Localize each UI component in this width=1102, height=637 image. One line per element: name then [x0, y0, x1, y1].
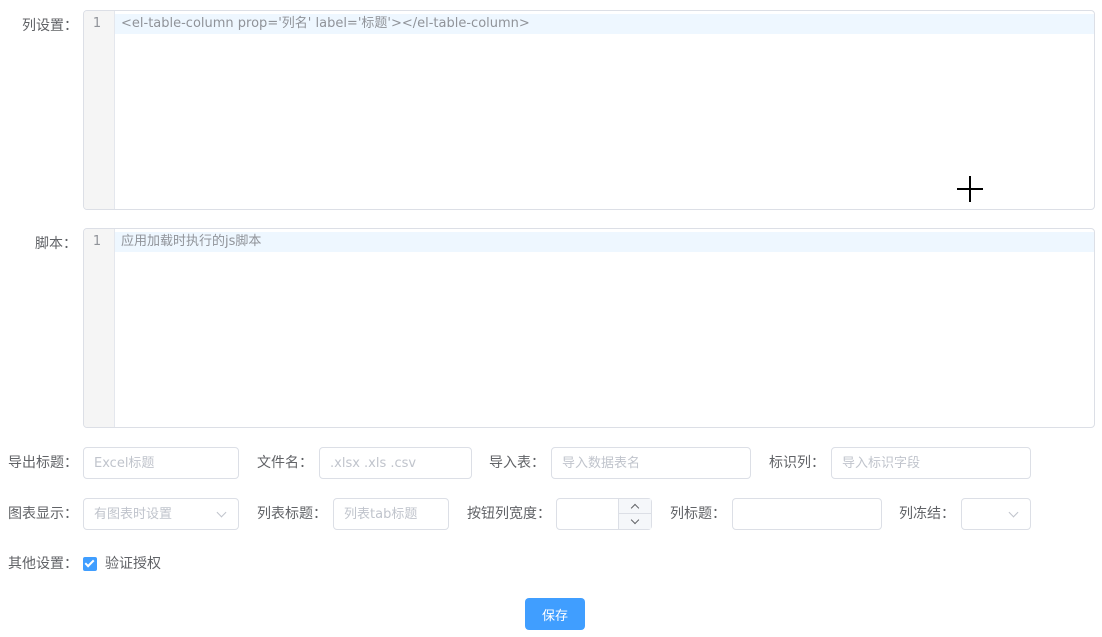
script-active-line: [115, 232, 1094, 252]
column-title-input[interactable]: [732, 498, 882, 530]
save-button[interactable]: 保存: [525, 598, 585, 630]
columns-editor-gutter: [84, 11, 115, 209]
script-placeholder-text[interactable]: 应用加载时执行的js脚本: [121, 233, 261, 251]
export-title-label: 导出标题：: [8, 455, 78, 471]
list-title-label: 列表标题：: [257, 506, 327, 522]
stepper-decrease-button[interactable]: [619, 514, 651, 529]
chart-display-select[interactable]: [83, 498, 239, 530]
stepper-buttons: [618, 499, 651, 529]
import-table-input[interactable]: [551, 447, 751, 479]
column-title-label: 列标题：: [670, 506, 726, 522]
list-title-input[interactable]: [333, 498, 449, 530]
verify-authorization-checkbox[interactable]: [83, 557, 97, 571]
column-freeze-select-input[interactable]: [961, 498, 1031, 530]
identity-column-input[interactable]: [831, 447, 1031, 479]
columns-code-text[interactable]: <el-table-column prop='列名' label='标题'></…: [121, 15, 530, 33]
columns-line-number: 1: [92, 16, 102, 31]
crosshair-cursor-icon: [957, 176, 983, 202]
columns-code-editor[interactable]: 1 <el-table-column prop='列名' label='标题'>…: [83, 10, 1095, 210]
column-freeze-label: 列冻结：: [899, 506, 955, 522]
file-name-label: 文件名：: [257, 455, 313, 471]
chevron-up-icon: [630, 503, 640, 513]
script-line-number: 1: [92, 234, 102, 249]
script-label: 脚本：: [35, 236, 77, 252]
chart-display-select-input[interactable]: [83, 498, 239, 530]
button-column-width-label: 按钮列宽度：: [467, 506, 551, 522]
chevron-down-icon: [630, 515, 640, 525]
script-editor-gutter: [84, 229, 115, 427]
import-table-label: 导入表：: [489, 455, 545, 471]
columns-label: 列设置：: [22, 18, 78, 34]
column-freeze-select[interactable]: [961, 498, 1031, 530]
identity-column-label: 标识列：: [769, 455, 825, 471]
button-column-width-stepper[interactable]: [556, 498, 652, 530]
crosshair-vertical: [969, 176, 971, 202]
export-title-input[interactable]: [83, 447, 239, 479]
verify-authorization-label[interactable]: 验证授权: [105, 554, 161, 574]
script-code-editor[interactable]: 1 应用加载时执行的js脚本: [83, 228, 1095, 428]
chart-display-label: 图表显示：: [8, 506, 78, 522]
other-settings-label: 其他设置：: [8, 556, 78, 572]
stepper-increase-button[interactable]: [619, 499, 651, 514]
file-name-input[interactable]: [319, 447, 472, 479]
